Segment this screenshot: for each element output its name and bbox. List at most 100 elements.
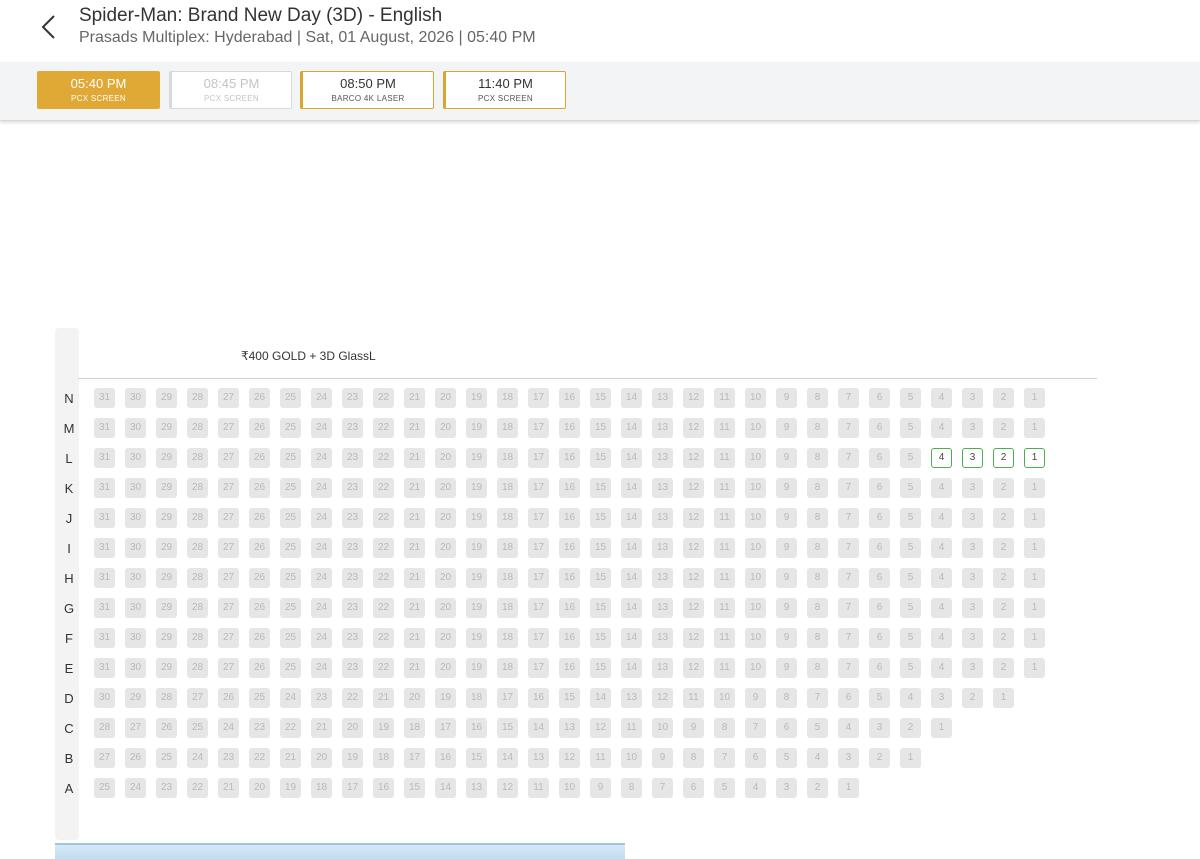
seat-sold: 19 [466,538,487,558]
seat-available[interactable]: 2 [993,448,1014,468]
back-arrow-icon[interactable] [38,14,62,40]
seat-sold: 9 [590,778,611,798]
seat-sold: 23 [342,538,363,558]
seat-sold: 27 [218,508,239,528]
seat-sold: 26 [156,718,177,738]
seat-sold: 14 [621,538,642,558]
seat-sold: 2 [993,628,1014,648]
seat-sold: 1 [1024,598,1045,618]
showtime-0540pm[interactable]: 05:40 PM PCX SCREEN [37,71,160,109]
seat-sold: 20 [435,388,456,408]
seat-sold: 8 [807,598,828,618]
seat-sold: 1 [1024,388,1045,408]
seat-sold: 26 [249,388,270,408]
seat-sold: 1 [1024,658,1045,678]
seat-sold: 16 [559,448,580,468]
seat-sold: 22 [373,568,394,588]
seat-sold: 10 [745,628,766,648]
seat-sold: 29 [125,688,146,708]
seat-available[interactable]: 1 [1024,448,1045,468]
seat-sold: 23 [342,448,363,468]
seat-sold: 28 [187,568,208,588]
seat-sold: 19 [373,718,394,738]
showtime-0850pm[interactable]: 08:50 PM BARCO 4K LASER [300,71,434,109]
seat-sold: 7 [714,748,735,768]
seat-sold: 21 [404,508,425,528]
row-label: M [63,421,75,436]
seat-sold: 2 [993,388,1014,408]
seat-sold: 15 [590,478,611,498]
seat-sold: 19 [466,508,487,528]
seat-sold: 1 [1024,538,1045,558]
seat-sold: 30 [125,568,146,588]
seat-sold: 8 [683,748,704,768]
seat-sold: 11 [714,508,735,528]
seat-sold: 26 [249,538,270,558]
showtime-time: 11:40 PM [478,76,533,91]
seat-sold: 21 [404,658,425,678]
seat-sold: 10 [745,448,766,468]
seat-sold: 4 [931,628,952,648]
showtime-1140pm[interactable]: 11:40 PM PCX SCREEN [443,71,566,109]
seat-sold: 13 [652,418,673,438]
seat-sold: 28 [156,688,177,708]
row-label: G [63,601,75,616]
seat-sold: 18 [497,508,518,528]
seat-sold: 21 [404,598,425,618]
seat-sold: 8 [807,508,828,528]
seat-sold: 15 [590,628,611,648]
seat-sold: 18 [497,448,518,468]
seat-sold: 6 [869,448,890,468]
seat-sold: 12 [683,388,704,408]
seat-sold: 9 [776,598,797,618]
seat-sold: 7 [838,448,859,468]
seat-sold: 4 [807,748,828,768]
seat-sold: 22 [373,538,394,558]
seat-sold: 28 [94,718,115,738]
seat-sold: 21 [404,448,425,468]
seat-sold: 27 [218,568,239,588]
seat-sold: 10 [745,508,766,528]
seat-sold: 28 [187,508,208,528]
row-label: F [65,631,73,646]
seat-sold: 10 [745,388,766,408]
seat-sold: 20 [435,658,456,678]
seat-sold: 13 [652,538,673,558]
seat-sold: 22 [373,418,394,438]
seat-sold: 16 [559,538,580,558]
seat-sold: 12 [683,508,704,528]
seat-sold: 8 [807,388,828,408]
seat-sold: 22 [373,508,394,528]
seat-sold: 15 [497,718,518,738]
seat-sold: 27 [218,448,239,468]
showtime-screen: PCX SCREEN [203,94,259,103]
seat-sold: 1 [931,718,952,738]
seat-sold: 1 [1024,628,1045,648]
seat-sold: 5 [900,628,921,648]
seat-sold: 23 [156,778,177,798]
seat-sold: 19 [435,688,456,708]
showtime-bar: 05:40 PM PCX SCREEN 08:45 PM PCX SCREEN … [0,62,1200,121]
seat-sold: 10 [621,748,642,768]
seat-available[interactable]: 4 [931,448,952,468]
seat-sold: 14 [621,388,642,408]
seat-sold: 31 [94,388,115,408]
seat-sold: 13 [652,568,673,588]
seat-sold: 3 [962,388,983,408]
seat-available[interactable]: 3 [962,448,983,468]
seat-sold: 18 [497,628,518,648]
seat-sold: 2 [993,478,1014,498]
seat-sold: 4 [931,508,952,528]
seat-sold: 14 [497,748,518,768]
row-label: E [64,661,74,676]
seat-sold: 7 [838,538,859,558]
seat-sold: 27 [94,748,115,768]
seat-sold: 25 [280,448,301,468]
seat-sold: 29 [156,628,177,648]
seat-sold: 30 [125,598,146,618]
seat-sold: 13 [652,598,673,618]
seat-sold: 25 [156,748,177,768]
seat-sold: 18 [497,598,518,618]
seat-sold: 4 [931,418,952,438]
seat-sold: 14 [621,568,642,588]
